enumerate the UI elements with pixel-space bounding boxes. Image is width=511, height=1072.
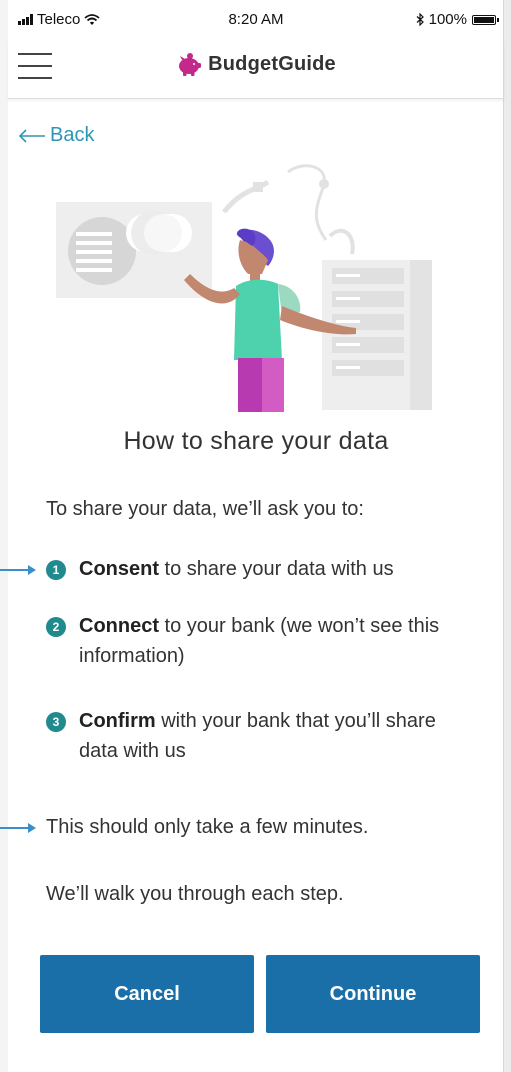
back-label: Back [50, 124, 95, 146]
step-number-badge: 1 [46, 560, 66, 580]
step-connect: 2 Connect to your bank (we won’t see thi… [46, 611, 479, 671]
step-bold-label: Confirm [79, 710, 156, 732]
status-right: 100% [416, 11, 499, 28]
battery-percent: 100% [428, 11, 467, 28]
walkthrough-note: We’ll walk you through each step. [46, 883, 344, 905]
step-bold-label: Consent [79, 558, 159, 580]
step-description: to share your data with us [159, 558, 394, 580]
piggy-bank-icon [179, 53, 202, 76]
battery-level [474, 16, 494, 23]
step-text: Connect to your bank (we won’t see this … [79, 611, 479, 671]
brand-name: BudgetGuide [208, 52, 336, 75]
step-text: Consent to share your data with us [79, 554, 499, 584]
page-title: How to share your data [123, 427, 389, 455]
brand: BudgetGuide [8, 52, 504, 76]
intro-text: To share your data, we’ll ask you to: [46, 498, 364, 520]
arrow-left-icon [18, 128, 45, 143]
step-number-badge: 2 [46, 617, 66, 637]
bluetooth-icon [416, 13, 424, 26]
step-text: Confirm with your bank that you’ll share… [79, 706, 469, 766]
data-sharing-illustration [56, 164, 432, 412]
step-number-badge: 3 [46, 712, 66, 732]
app-header: BudgetGuide [8, 40, 504, 99]
phone-frame-left [0, 0, 8, 1072]
annotation-arrow-icon [0, 565, 36, 575]
time-estimate-note: This should only take a few minutes. [46, 816, 369, 838]
cancel-button[interactable]: Cancel [40, 955, 254, 1033]
step-bold-label: Connect [79, 615, 159, 637]
phone-frame-right [503, 0, 511, 1072]
continue-button[interactable]: Continue [266, 955, 480, 1033]
step-consent: 1 Consent to share your data with us [46, 554, 499, 584]
step-confirm: 3 Confirm with your bank that you’ll sha… [46, 706, 469, 766]
annotation-arrow-icon [0, 823, 36, 833]
battery-icon [472, 14, 499, 25]
back-link[interactable]: Back [18, 124, 94, 147]
status-bar: Teleco 8:20 AM 100% [8, 0, 504, 40]
